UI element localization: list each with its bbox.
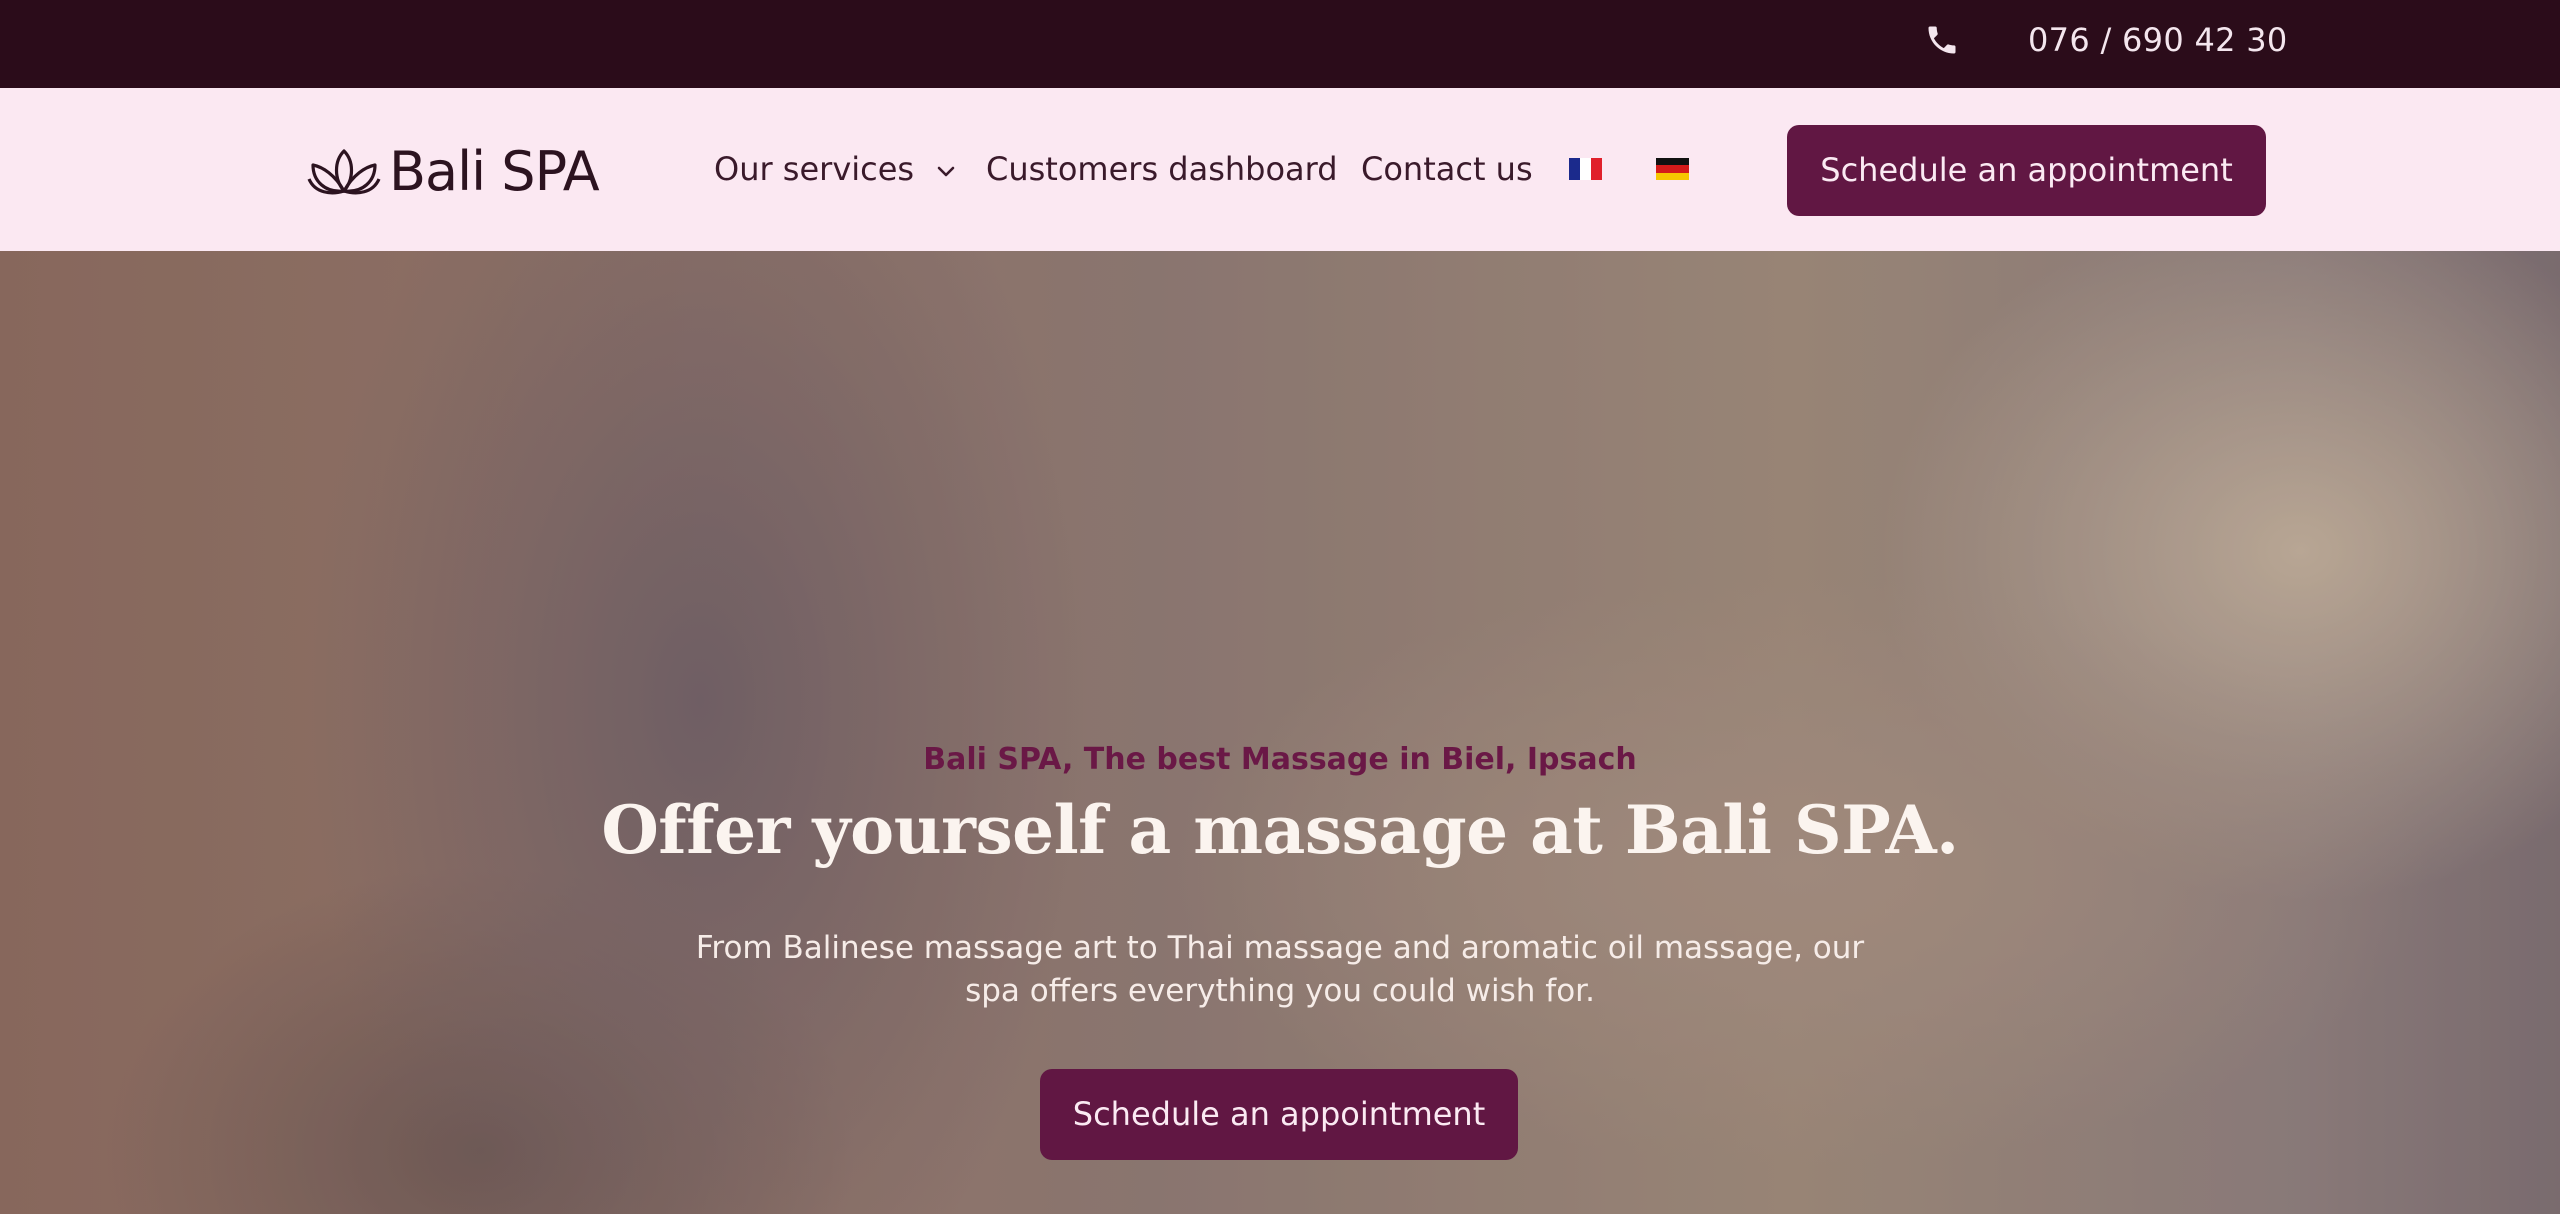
hero-subtitle: From Balinese massage art to Thai massag…: [695, 930, 1865, 1009]
page: 076 / 690 42 30 Bali SPA Our services Cu…: [0, 0, 2560, 1214]
de-flag-icon[interactable]: [1656, 158, 1689, 180]
phone-number-link[interactable]: 076 / 690 42 30: [2028, 18, 2288, 62]
hero-headline: Offer yourself a massage at Bali SPA.: [601, 791, 1959, 869]
nav-customers-dashboard[interactable]: Customers dashboard: [986, 148, 1338, 190]
nav-our-services-label: Our services: [714, 150, 915, 188]
site-header: Bali SPA Our services Customers dashboar…: [0, 88, 2560, 251]
chevron-down-icon: [937, 166, 955, 177]
fr-flag-icon[interactable]: [1569, 158, 1602, 180]
phone-icon[interactable]: [1924, 22, 1960, 58]
hero-section: Bali SPA, The best Massage in Biel, Ipsa…: [0, 251, 2560, 1214]
logo-text: Bali SPA: [389, 140, 600, 203]
hero-tagline: Bali SPA, The best Massage in Biel, Ipsa…: [923, 742, 1637, 777]
schedule-appointment-button[interactable]: Schedule an appointment: [1787, 125, 2266, 216]
nav-our-services[interactable]: Our services: [714, 148, 956, 190]
logo[interactable]: Bali SPA: [305, 140, 600, 203]
hero-schedule-appointment-button[interactable]: Schedule an appointment: [1040, 1069, 1518, 1160]
nav-contact-us[interactable]: Contact us: [1361, 148, 1533, 190]
lotus-icon: [307, 149, 381, 195]
top-bar: 076 / 690 42 30: [0, 0, 2560, 88]
